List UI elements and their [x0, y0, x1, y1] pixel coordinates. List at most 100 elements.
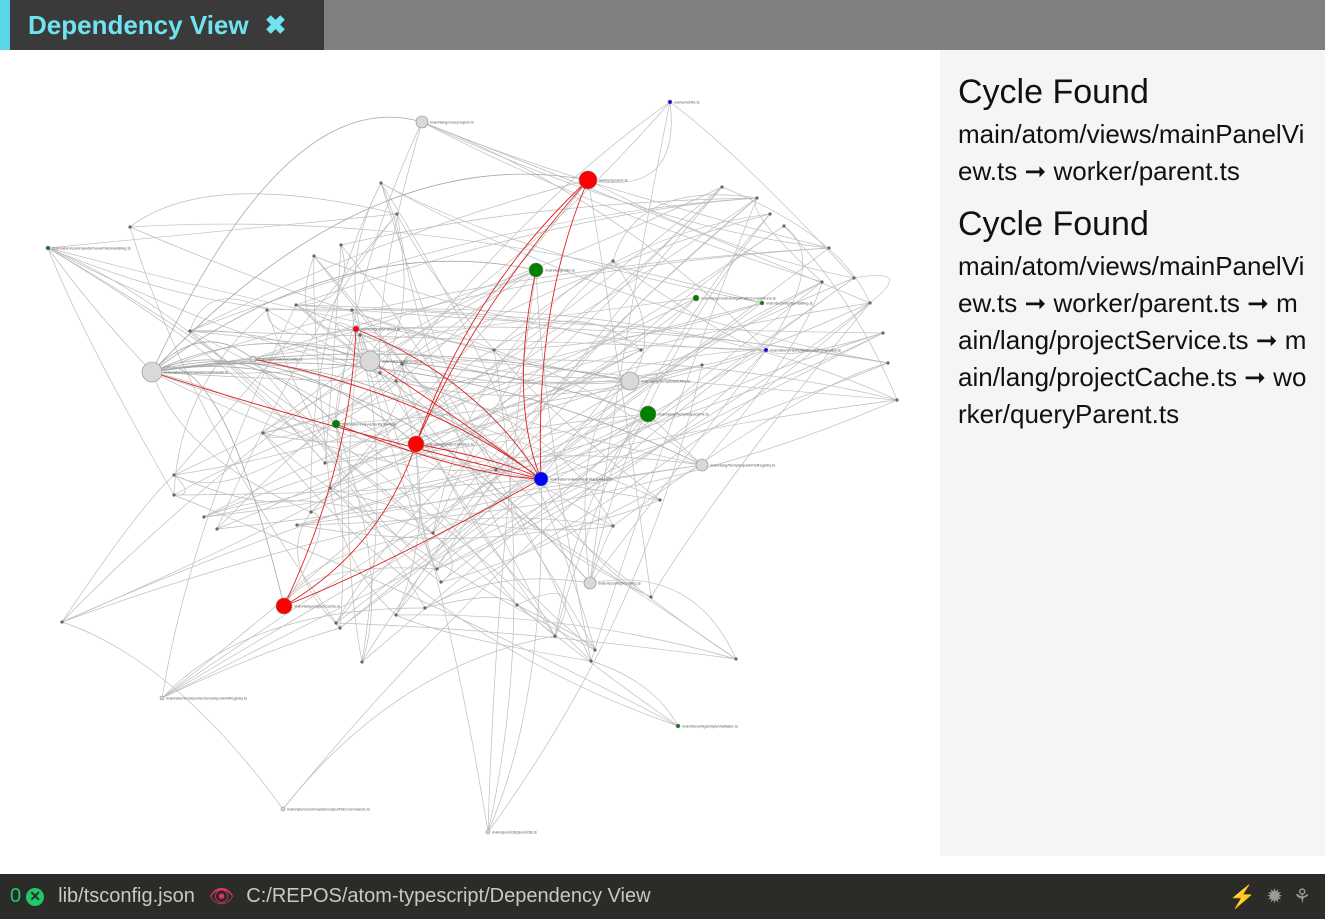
graph-node[interactable]: [492, 348, 496, 352]
graph-node[interactable]: [782, 224, 786, 228]
graph-node-circle[interactable]: [692, 294, 700, 302]
graph-node[interactable]: [261, 431, 265, 435]
graph-node[interactable]: main/atom/components/componentRegistry.t…: [159, 695, 247, 701]
graph-node[interactable]: [395, 212, 399, 216]
graph-node[interactable]: [649, 595, 653, 599]
graph-node-circle[interactable]: [352, 325, 360, 333]
graph-node[interactable]: main/tsconfig/formatting.ts: [759, 300, 813, 306]
graph-node[interactable]: [435, 567, 439, 571]
graph-node-circle[interactable]: [620, 371, 640, 391]
graph-node-circle[interactable]: [280, 806, 286, 812]
graph-node[interactable]: [338, 626, 342, 630]
graph-node[interactable]: [820, 280, 824, 284]
graph-node[interactable]: [895, 398, 899, 402]
error-count[interactable]: 0: [10, 885, 21, 908]
graph-node-circle[interactable]: [763, 347, 769, 353]
graph-node[interactable]: [593, 648, 597, 652]
graph-node[interactable]: [295, 523, 299, 527]
graph-node[interactable]: [494, 468, 498, 472]
graph-node[interactable]: main/lang/fixmyts/quickFix.ts: [639, 405, 709, 423]
graph-node[interactable]: [328, 486, 332, 490]
graph-node[interactable]: [639, 348, 643, 352]
graph-node-circle[interactable]: [275, 597, 293, 615]
graph-node[interactable]: [309, 510, 313, 514]
graph-node[interactable]: [172, 473, 176, 477]
graph-node[interactable]: [394, 613, 398, 617]
graph-node-circle[interactable]: [533, 471, 549, 487]
graph-node[interactable]: [439, 580, 443, 584]
graph-node-circle[interactable]: [407, 435, 425, 453]
graph-node[interactable]: main/atom/commands/moveFilesHandling.ts: [45, 245, 131, 251]
graph-node[interactable]: [294, 303, 298, 307]
graph-node[interactable]: [827, 246, 831, 250]
graph-node[interactable]: [358, 333, 362, 337]
error-icon[interactable]: ✕: [26, 887, 45, 906]
graph-node-circle[interactable]: [528, 262, 544, 278]
graph-node[interactable]: [515, 603, 519, 607]
graph-node[interactable]: [423, 606, 427, 610]
eye-slash-icon[interactable]: 👁: [209, 884, 234, 909]
graph-node[interactable]: [60, 620, 64, 624]
graph-node[interactable]: [734, 657, 738, 661]
dependency-graph[interactable]: main/atom/commands/commands.ts main/lang/…: [0, 50, 940, 874]
graph-node[interactable]: [553, 634, 557, 638]
graph-node[interactable]: [350, 308, 354, 312]
graph-node-circle[interactable]: [695, 458, 709, 472]
graph-node[interactable]: [188, 329, 192, 333]
gear-icon[interactable]: ✹: [1266, 884, 1283, 909]
graph-node-circle[interactable]: [331, 419, 341, 429]
graph-node-circle[interactable]: [759, 300, 765, 306]
graph-node[interactable]: [589, 659, 593, 663]
bolt-icon[interactable]: ⚡: [1229, 884, 1256, 910]
close-icon[interactable]: ✖: [265, 10, 287, 41]
graph-node[interactable]: worker/queryParent.ts: [352, 325, 400, 333]
tsconfig-path[interactable]: lib/tsconfig.json: [58, 885, 195, 908]
graph-node[interactable]: main/atom/atomConfig.ts: [249, 355, 302, 363]
graph-node-circle[interactable]: [415, 115, 429, 129]
graph-node[interactable]: [339, 243, 343, 247]
graph-node[interactable]: [394, 379, 398, 383]
graph-node[interactable]: [852, 276, 856, 280]
graph-node[interactable]: main/lang/modules/getPathCompletions.ts: [692, 294, 776, 302]
graph-node-circle[interactable]: [359, 350, 381, 372]
graph-node[interactable]: [768, 212, 772, 216]
graph-node[interactable]: [886, 361, 890, 365]
graph-node[interactable]: [700, 363, 704, 367]
graph-node[interactable]: [611, 524, 615, 528]
graph-node[interactable]: [379, 181, 383, 185]
graph-node[interactable]: [312, 254, 316, 258]
graph-node[interactable]: [658, 498, 662, 502]
graph-node[interactable]: main/lang/projectService.ts: [407, 435, 474, 453]
graph-node[interactable]: [334, 621, 338, 625]
graph-node[interactable]: [431, 531, 435, 535]
graph-node-circle[interactable]: [578, 170, 598, 190]
graph-node[interactable]: [881, 331, 885, 335]
graph-node[interactable]: [611, 259, 615, 263]
graph-node-circle[interactable]: [45, 245, 51, 251]
tab-dependency-view[interactable]: Dependency View ✖: [0, 0, 324, 50]
graph-node-circle[interactable]: [159, 695, 165, 701]
graph-node[interactable]: [265, 308, 269, 312]
graph-node-circle[interactable]: [675, 723, 681, 729]
graph-node[interactable]: main/json2dts/json2dts.ts: [485, 829, 537, 835]
graph-node-circle[interactable]: [249, 355, 257, 363]
graph-node-circle[interactable]: [667, 99, 673, 105]
graph-node-circle[interactable]: [639, 405, 657, 423]
graph-node[interactable]: main/tsconfig/simpleValidator.ts: [675, 723, 738, 729]
graph-node[interactable]: [868, 301, 872, 305]
graph-node-circle[interactable]: [583, 576, 597, 590]
graph-node[interactable]: main/atom/views/awesomePanelView.ts: [763, 347, 841, 353]
graph-node[interactable]: main/atom/commands/outputFileCommands.ts: [280, 806, 370, 812]
graph-node[interactable]: main/lang/core/project.ts: [415, 115, 474, 129]
graph-node[interactable]: [215, 527, 219, 531]
graph-node[interactable]: [755, 196, 759, 200]
graph-node[interactable]: [720, 185, 724, 189]
graph-node[interactable]: main/lang/fixmyts/quickFixRegistry.ts: [695, 458, 775, 472]
graph-node[interactable]: [360, 660, 364, 664]
graph-node[interactable]: [172, 493, 176, 497]
graph-canvas[interactable]: main/atom/commands/commands.ts main/lang/…: [0, 50, 940, 874]
tree-icon[interactable]: ⚘: [1293, 884, 1311, 909]
graph-node[interactable]: main/tsconfig/tsconfig.ts: [583, 576, 641, 590]
graph-node-circle[interactable]: [485, 829, 491, 835]
graph-node[interactable]: [202, 515, 206, 519]
